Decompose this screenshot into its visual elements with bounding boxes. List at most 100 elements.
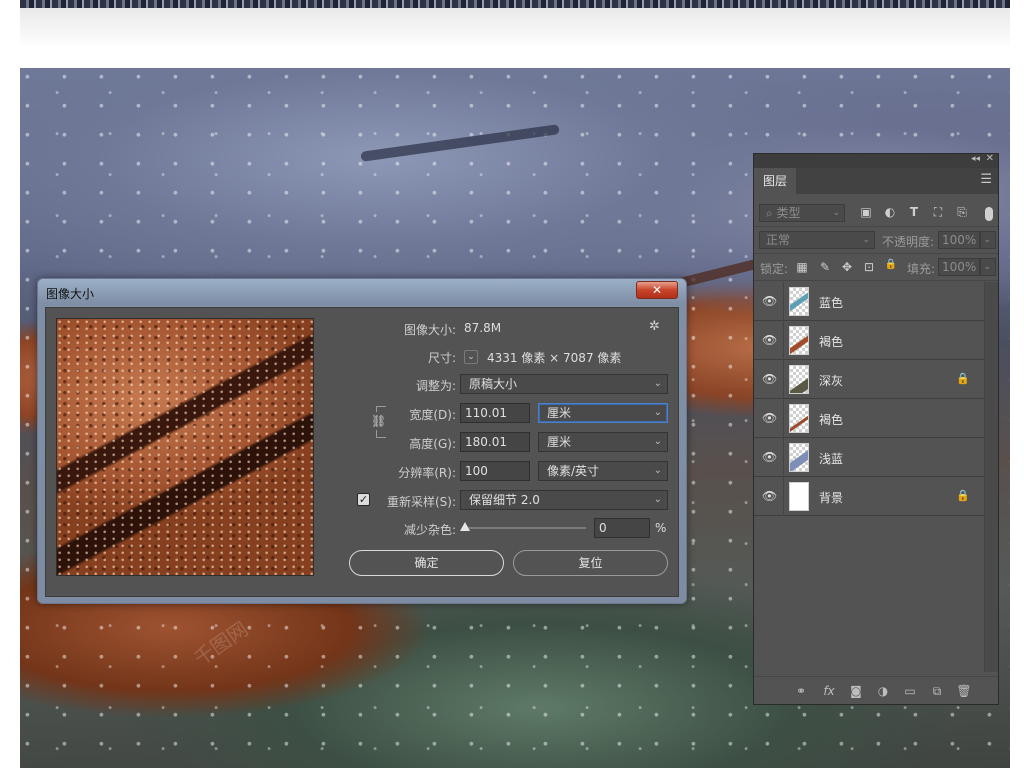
new-group-folder-icon[interactable]: ▭ xyxy=(901,682,919,700)
layer-row[interactable]: 👁 深灰 🔒 xyxy=(754,360,984,399)
panel-title-strip: ◂◂ ✕ xyxy=(754,153,998,168)
layer-name: 浅蓝 xyxy=(819,452,844,466)
tab-layers[interactable]: 图层 xyxy=(754,168,796,194)
height-input[interactable]: 180.01 xyxy=(460,432,530,452)
resample-checkbox[interactable]: ✓ xyxy=(357,493,370,506)
height-label: 高度(G): xyxy=(409,437,456,451)
adjustment-layer-icon[interactable]: ◑ xyxy=(874,682,892,700)
panel-menu-icon[interactable]: ☰ xyxy=(980,172,992,187)
width-input[interactable]: 110.01 xyxy=(460,403,530,423)
resolution-unit-select[interactable]: 像素/英寸 ⌄ xyxy=(538,461,668,481)
layer-name: 蓝色 xyxy=(819,296,844,310)
lock-row: 锁定: ▦ ✎ ✥ ⊡ 🔒 填充: 100% ⌄ xyxy=(754,254,998,281)
resolution-input[interactable]: 100 xyxy=(460,461,530,481)
close-panel-icon[interactable]: ✕ xyxy=(986,153,994,164)
panel-bottom-toolbar: ⚭ fx ◙ ◑ ▭ ⧉ 🗑 xyxy=(754,676,998,704)
reset-button[interactable]: 复位 xyxy=(513,550,668,576)
layer-thumbnail-background xyxy=(789,482,809,511)
panel-tabbar: 图层 ☰ xyxy=(754,168,998,194)
dimensions-dropdown-chevron-icon[interactable]: ⌄ xyxy=(464,350,478,364)
thumbnail-stroke xyxy=(790,332,808,354)
chevron-down-icon: ⌄ xyxy=(983,235,991,245)
fill-label: 填充: xyxy=(907,262,936,276)
visibility-eye-icon[interactable]: 👁 xyxy=(762,411,777,425)
reduce-noise-input[interactable]: 0 xyxy=(594,518,650,538)
reduce-noise-slider-track[interactable] xyxy=(464,527,586,529)
add-mask-icon[interactable]: ◙ xyxy=(847,682,865,700)
layer-name: 褐色 xyxy=(819,413,844,427)
lock-move-icon[interactable]: ✥ xyxy=(839,260,855,274)
image-size-label: 图像大小: xyxy=(403,323,456,337)
delete-trash-icon[interactable]: 🗑 xyxy=(955,682,973,700)
fill-input[interactable]: 100% xyxy=(938,258,980,276)
layer-thumbnail xyxy=(789,443,809,472)
fx-icon[interactable]: fx xyxy=(820,682,838,700)
fill-dropdown[interactable]: ⌄ xyxy=(980,258,996,276)
layer-row[interactable]: 👁 浅蓝 xyxy=(754,438,984,477)
filter-toggle-switch[interactable] xyxy=(985,207,993,221)
lock-artboard-icon[interactable]: ⊡ xyxy=(861,260,877,274)
thumbnail-stroke xyxy=(790,448,808,471)
resolution-label: 分辨率(R): xyxy=(398,466,456,480)
visibility-eye-icon[interactable]: 👁 xyxy=(762,450,777,464)
image-preview[interactable] xyxy=(56,318,314,576)
opacity-dropdown[interactable]: ⌄ xyxy=(980,231,996,249)
width-label: 宽度(D): xyxy=(409,408,456,422)
collapse-panel-icon[interactable]: ◂◂ xyxy=(971,154,980,164)
layer-thumbnail xyxy=(789,365,809,394)
chevron-down-icon: ⌄ xyxy=(653,494,662,505)
resample-method-select[interactable]: 保留细节 2.0 ⌄ xyxy=(460,490,668,510)
divider xyxy=(783,477,784,516)
lock-label: 锁定: xyxy=(760,262,789,276)
resample-method-value: 保留细节 2.0 xyxy=(469,493,540,507)
thumbnail-stroke xyxy=(790,289,808,312)
link-layers-icon[interactable]: ⚭ xyxy=(792,682,810,700)
blend-row: 正常 ⌄ 不透明度: 100% ⌄ xyxy=(754,227,998,254)
chevron-down-icon: ⌄ xyxy=(832,208,840,218)
height-unit-select[interactable]: 厘米 ⌄ xyxy=(538,432,668,452)
search-icon: ⌕ xyxy=(766,206,777,220)
layer-lock-icon: 🔒 xyxy=(956,372,970,385)
layers-panel: ◂◂ ✕ 图层 ☰ ⌕ 类型 ⌄ ▣ ◐ T ⛶ ⎘ 正常 ⌄ 不透明度: 10… xyxy=(753,153,999,705)
width-unit-select[interactable]: 厘米 ⌄ xyxy=(538,403,668,423)
reduce-noise-label: 减少杂色: xyxy=(403,523,456,537)
layer-thumbnail xyxy=(789,404,809,433)
visibility-eye-icon[interactable]: 👁 xyxy=(762,333,777,347)
chevron-down-icon: ⌄ xyxy=(653,407,662,418)
layer-row[interactable]: 👁 褐色 xyxy=(754,399,984,438)
close-button[interactable]: ✕ xyxy=(636,281,678,299)
lock-brush-icon[interactable]: ✎ xyxy=(817,260,833,274)
lock-all-icon[interactable]: 🔒 xyxy=(883,259,899,270)
layer-row[interactable]: 👁 褐色 xyxy=(754,321,984,360)
fit-to-value: 原稿大小 xyxy=(469,377,518,391)
layers-scrollbar[interactable] xyxy=(984,282,998,672)
visibility-eye-icon[interactable]: 👁 xyxy=(762,372,777,386)
filter-smart-object-icon[interactable]: ⎘ xyxy=(954,205,970,220)
chevron-down-icon: ⌄ xyxy=(983,262,991,272)
layer-name: 褐色 xyxy=(819,335,844,349)
opacity-label: 不透明度: xyxy=(882,235,935,249)
visibility-eye-icon[interactable]: 👁 xyxy=(762,294,777,308)
settings-gear-icon[interactable]: ✲ xyxy=(649,319,660,334)
layer-row[interactable]: 👁 蓝色 xyxy=(754,282,984,321)
filter-shape-icon[interactable]: ⛶ xyxy=(930,205,946,220)
filter-pixel-icon[interactable]: ▣ xyxy=(858,205,874,219)
fit-to-select[interactable]: 原稿大小 ⌄ xyxy=(460,374,668,394)
new-layer-icon[interactable]: ⧉ xyxy=(928,682,946,700)
filter-type-icon[interactable]: T xyxy=(906,205,922,219)
width-unit-value: 厘米 xyxy=(547,406,572,420)
layer-name: 深灰 xyxy=(819,374,844,388)
visibility-eye-icon[interactable]: 👁 xyxy=(762,489,777,503)
layer-name: 背景 xyxy=(819,491,844,505)
dialog-body: 图像大小: 87.8M ✲ 尺寸: ⌄ 4331 像素 × 7087 像素 调整… xyxy=(45,307,679,597)
layer-row[interactable]: 👁 背景 🔒 xyxy=(754,477,984,516)
ok-button[interactable]: 确定 xyxy=(349,550,504,576)
reduce-noise-slider-thumb[interactable] xyxy=(460,522,470,531)
constrain-proportions-link-icon[interactable]: ⛓ xyxy=(371,412,386,430)
lock-transparency-icon[interactable]: ▦ xyxy=(794,260,810,274)
opacity-input[interactable]: 100% xyxy=(938,231,980,249)
height-unit-value: 厘米 xyxy=(547,435,572,449)
filter-kind-select[interactable]: ⌕ 类型 ⌄ xyxy=(759,204,845,222)
filter-adjustment-icon[interactable]: ◐ xyxy=(882,205,898,219)
blend-mode-select[interactable]: 正常 ⌄ xyxy=(759,231,875,249)
